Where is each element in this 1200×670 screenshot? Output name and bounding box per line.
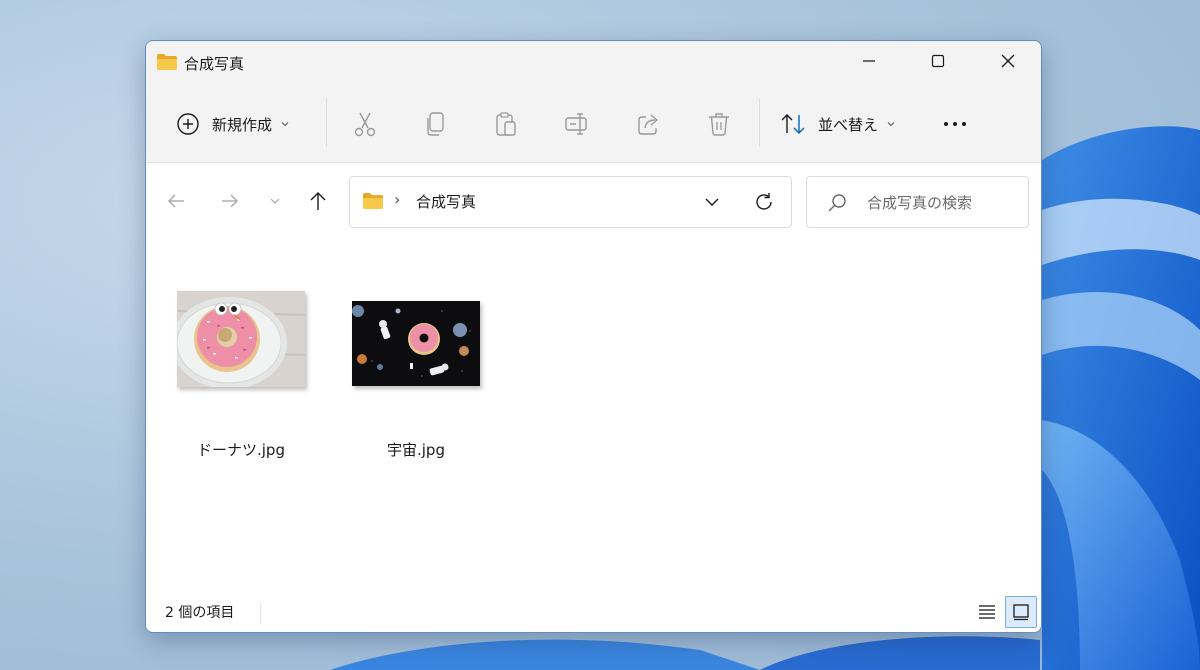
chevron-down-icon — [887, 122, 895, 127]
sort-icon — [781, 114, 805, 134]
close-button[interactable] — [973, 41, 1041, 81]
item-count: 2 個の項目 — [165, 605, 235, 621]
back-button[interactable] — [160, 185, 192, 217]
new-button-label: 新規作成 — [212, 115, 273, 134]
chevron-down-icon — [270, 198, 280, 204]
tiles-view-button[interactable] — [1005, 596, 1037, 628]
navigation-bar: › 合成写真 合成写真の検索 — [146, 163, 1041, 243]
file-name: 宇宙.jpg — [387, 441, 445, 459]
refresh-icon — [756, 193, 772, 210]
delete-icon — [709, 113, 729, 136]
minimize-button[interactable] — [834, 41, 904, 81]
status-bar: 2 個の項目 — [146, 594, 1041, 632]
status-separator — [260, 602, 261, 624]
folder-icon — [156, 53, 178, 75]
sort-button-label: 並べ替え — [818, 115, 879, 134]
details-view-icon — [979, 605, 995, 619]
search-box[interactable]: 合成写真の検索 — [806, 176, 1029, 228]
address-bar[interactable]: › 合成写真 — [349, 176, 792, 228]
toolbar-separator — [326, 99, 327, 147]
copy-icon — [427, 112, 444, 136]
arrow-right-icon — [222, 194, 238, 208]
file-view: ドーナツ.jpg 宇宙.jpg — [146, 243, 1041, 595]
details-view-button[interactable] — [971, 596, 1003, 628]
file-item-space[interactable]: 宇宙.jpg — [341, 283, 491, 459]
address-history-dropdown[interactable] — [704, 194, 720, 214]
rename-icon — [565, 113, 587, 135]
recent-locations-button[interactable] — [259, 185, 291, 217]
arrow-left-icon — [168, 194, 184, 208]
arrow-up-icon — [310, 192, 326, 210]
minimize-icon — [863, 60, 875, 62]
maximize-icon — [931, 54, 945, 68]
sort-button[interactable]: 並べ替え — [780, 101, 896, 147]
paste-button[interactable] — [494, 101, 518, 147]
toolbar-separator — [759, 99, 760, 147]
window-title: 合成写真 — [184, 55, 245, 73]
paste-icon — [496, 112, 516, 136]
up-button[interactable] — [302, 185, 334, 217]
file-item-donut[interactable]: ドーナツ.jpg — [166, 283, 316, 459]
space-thumbnail — [352, 301, 480, 386]
more-icon — [944, 122, 966, 126]
title-bar[interactable]: 合成写真 — [146, 41, 1041, 85]
chevron-down-icon — [705, 198, 719, 206]
maximize-button[interactable] — [903, 41, 973, 81]
refresh-button[interactable] — [753, 191, 775, 217]
share-icon — [638, 114, 659, 135]
breadcrumb-current-folder[interactable]: 合成写真 — [416, 191, 476, 212]
command-bar: 新規作成 並べ替え — [146, 85, 1041, 163]
share-button[interactable] — [636, 101, 662, 147]
breadcrumb-separator: › — [394, 190, 401, 209]
forward-button[interactable] — [214, 185, 246, 217]
chevron-down-icon — [281, 122, 289, 127]
large-icons-view-icon — [1013, 604, 1029, 621]
close-icon — [1001, 54, 1015, 68]
delete-button[interactable] — [707, 101, 731, 147]
file-name: ドーナツ.jpg — [197, 441, 285, 459]
cut-icon — [354, 112, 376, 137]
copy-button[interactable] — [424, 101, 448, 147]
file-explorer-window: 合成写真 新規作成 並べ替え › 合成写真 合成写真の検索 ドーナツ.jpg 宇… — [145, 40, 1042, 633]
new-button[interactable]: 新規作成 — [176, 101, 290, 147]
donut-thumbnail — [177, 291, 305, 387]
rename-button[interactable] — [564, 101, 590, 147]
cut-button[interactable] — [353, 101, 377, 147]
more-options-button[interactable] — [942, 101, 968, 147]
search-icon — [827, 193, 847, 217]
folder-icon — [362, 192, 384, 214]
plus-circle-icon — [177, 113, 199, 135]
search-input[interactable]: 合成写真の検索 — [867, 192, 972, 213]
